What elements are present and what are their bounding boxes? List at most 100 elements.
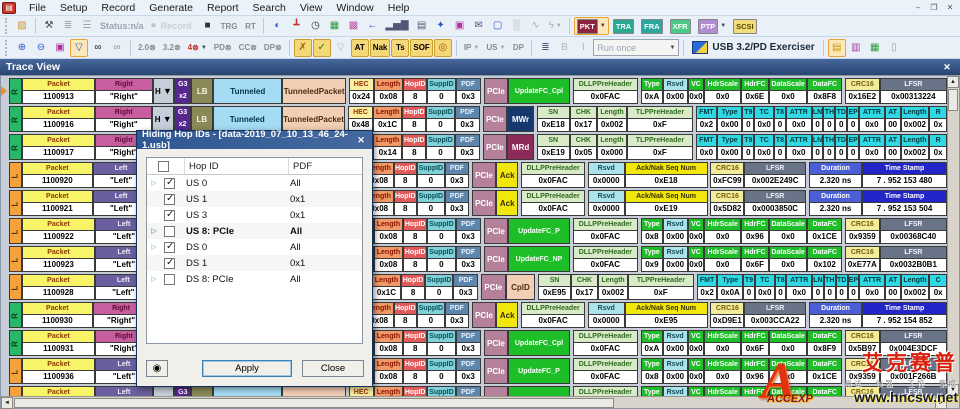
hop-id-checkbox[interactable]: [164, 258, 175, 269]
show-check-filter-icon[interactable]: ✓: [313, 39, 331, 57]
hop-id-row[interactable]: DS 10x1: [147, 255, 362, 271]
scroll-down-arrow[interactable]: ▼: [947, 384, 959, 396]
timer-clock-icon[interactable]: ◷: [306, 17, 324, 35]
stack-funnel-icon[interactable]: ≣: [536, 39, 554, 57]
scroll-up-arrow[interactable]: ▲: [947, 76, 959, 88]
bold-button[interactable]: B: [555, 39, 573, 57]
horizontal-scrollbar[interactable]: ◄ ►: [1, 396, 947, 408]
restore-button[interactable]: ❐: [928, 3, 940, 12]
scroll-right-arrow[interactable]: ►: [935, 397, 947, 409]
ltssm-grid-icon[interactable]: ▦: [325, 17, 343, 35]
monitor-icon[interactable]: ▢: [489, 17, 507, 35]
run-mode-combo[interactable]: Run once▼: [593, 39, 679, 56]
find-icon[interactable]: ∞: [89, 39, 107, 57]
metrics-grid-icon[interactable]: ▩: [344, 17, 362, 35]
record-options-icon[interactable]: ☰: [78, 17, 96, 35]
stop-icon[interactable]: ■: [199, 17, 217, 35]
mail-icon[interactable]: ✉: [470, 17, 488, 35]
apply-button[interactable]: Apply: [202, 360, 292, 377]
ts-filter-icon[interactable]: Ts: [391, 39, 409, 57]
zoom-in-icon[interactable]: ⊕: [13, 39, 31, 57]
hide-x-filter-icon[interactable]: ✗: [294, 39, 312, 57]
misc-filter-icon[interactable]: ◎: [434, 39, 452, 57]
hop-id-checkbox[interactable]: [164, 178, 175, 189]
pd-filter-icon[interactable]: PD⊗: [211, 39, 235, 57]
layout-2-icon[interactable]: ▥: [847, 39, 865, 57]
menu-report[interactable]: Report: [200, 1, 246, 15]
hop-id-checkbox[interactable]: [164, 210, 175, 221]
hop-id-row[interactable]: US 10x1: [147, 191, 362, 207]
dotted-grid-icon[interactable]: ▒: [508, 17, 526, 35]
rt-stats-icon[interactable]: RT: [241, 17, 259, 35]
select-all-checkbox[interactable]: [158, 161, 169, 172]
view-ptp-button[interactable]: PTP▼: [695, 17, 730, 35]
hscroll-thumb[interactable]: [14, 398, 614, 408]
menu-window[interactable]: Window: [329, 1, 380, 15]
menu-record[interactable]: Record: [94, 1, 142, 15]
trace-close-icon[interactable]: ✕: [940, 62, 954, 73]
pdf-column-header[interactable]: PDF: [289, 158, 362, 175]
menu-help[interactable]: Help: [381, 1, 417, 15]
lightning-icon[interactable]: ϟ▼: [546, 17, 565, 35]
hop-id-row[interactable]: ▷US 8: PCIeAll: [147, 223, 362, 239]
vertical-scrollbar[interactable]: ▲ ▼: [947, 76, 959, 396]
bus-util-icon[interactable]: ▤: [413, 17, 431, 35]
layout-1-icon[interactable]: ▤: [828, 39, 846, 57]
view-fra-button[interactable]: FRA: [638, 17, 665, 35]
packet-row[interactable]: RPacket1100913Right"Right"H ▼G3x2LBTunne…: [9, 78, 947, 104]
hop-id-checkbox[interactable]: [164, 194, 175, 205]
dialog-close-icon[interactable]: ✕: [355, 135, 367, 146]
cro-view-icon[interactable]: ▣: [51, 39, 69, 57]
hop-id-checkbox[interactable]: [164, 242, 175, 253]
view-scsi-button[interactable]: SCSI: [730, 17, 760, 35]
expander-icon[interactable]: ▷: [147, 227, 161, 235]
bar-chart-icon[interactable]: ▂▅▇: [382, 17, 411, 35]
hop-id-checkbox[interactable]: [164, 274, 175, 285]
connect-plug-icon[interactable]: ┻: [287, 17, 305, 35]
nak-filter-icon[interactable]: Nak: [370, 39, 391, 57]
italic-button[interactable]: I: [574, 39, 592, 57]
at-filter-icon[interactable]: AT: [351, 39, 369, 57]
us-filter-icon[interactable]: US▼: [483, 39, 508, 57]
view-pkt-button[interactable]: PKT▼: [574, 17, 609, 35]
video-display-icon[interactable]: ▣: [451, 17, 469, 35]
minimize-button[interactable]: –: [912, 3, 924, 12]
close-button[interactable]: ✕: [944, 3, 956, 12]
usb32-filter-icon[interactable]: 3.2⊗: [160, 39, 184, 57]
cc-filter-icon[interactable]: CC⊗: [236, 39, 260, 57]
tools-wrench-icon[interactable]: ⚒: [40, 17, 58, 35]
packet-row[interactable]: LPacketLeftH ▼G3x2LBTunneledTunneledPack…: [9, 386, 947, 396]
open-file-icon[interactable]: ▨: [13, 17, 31, 35]
find-next-icon[interactable]: ∞: [108, 39, 126, 57]
exerciser-button[interactable]: USB 3.2/PD Exerciser: [688, 38, 818, 57]
view-tra-button[interactable]: TRA: [610, 17, 637, 35]
menu-search[interactable]: Search: [246, 1, 293, 15]
menu-setup[interactable]: Setup: [53, 1, 94, 15]
layout-3-icon[interactable]: ▦: [866, 39, 884, 57]
dp-filter-icon[interactable]: DP⊗: [261, 39, 285, 57]
dp2-filter-icon[interactable]: DP: [509, 39, 527, 57]
expander-icon[interactable]: ▷: [147, 243, 161, 251]
hop-id-row[interactable]: ▷DS 8: PCIeAll: [147, 271, 362, 287]
compass-icon[interactable]: ✦: [432, 17, 450, 35]
expander-icon[interactable]: ▷: [147, 275, 161, 283]
scroll-left-arrow[interactable]: ◄: [1, 397, 13, 409]
view-xfr-button[interactable]: XFR: [667, 17, 694, 35]
hop-id-row[interactable]: ▷DS 0All: [147, 239, 362, 255]
export-icon[interactable]: ←: [363, 17, 381, 35]
ip-filter-icon[interactable]: IP▼: [461, 39, 483, 57]
hop-id-row[interactable]: US 30x1: [147, 207, 362, 223]
expander-icon[interactable]: ▷: [147, 179, 161, 187]
vscroll-thumb[interactable]: [948, 89, 958, 111]
lasso-icon[interactable]: ∿: [527, 17, 545, 35]
hop-id-checkbox[interactable]: [164, 226, 175, 237]
usb4-filter-icon[interactable]: 4⊗▼: [185, 39, 210, 57]
layout-4-icon[interactable]: ▯: [885, 39, 903, 57]
usb20-filter-icon[interactable]: 2.0⊗: [135, 39, 159, 57]
probe-setup-icon[interactable]: ≣: [59, 17, 77, 35]
hop-id-column-header[interactable]: Hop ID: [185, 158, 289, 174]
filter-bar-icon[interactable]: ▽: [70, 39, 88, 57]
record-bullet-icon[interactable]: ●Record: [148, 17, 198, 35]
zoom-out-icon[interactable]: ⊖: [32, 39, 50, 57]
close-dialog-button[interactable]: Close: [302, 360, 364, 377]
